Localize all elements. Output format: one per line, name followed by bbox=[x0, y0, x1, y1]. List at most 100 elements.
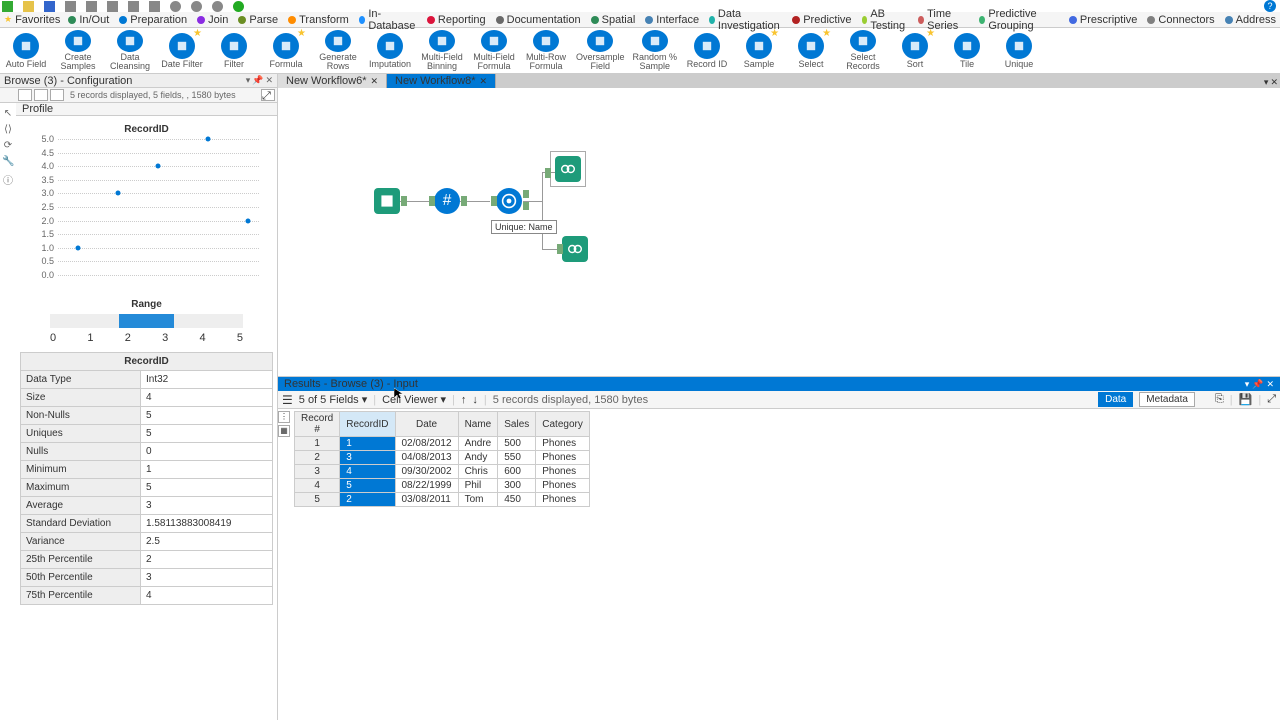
input-anchor[interactable] bbox=[557, 244, 563, 254]
workflow-tab[interactable]: New Workflow6*✕ bbox=[278, 74, 387, 88]
workflow-canvas[interactable]: # Unique: Name bbox=[278, 88, 1280, 376]
tool-sort[interactable]: Sort★ bbox=[893, 30, 937, 71]
tool-formula[interactable]: Formula★ bbox=[264, 30, 308, 71]
output-anchor[interactable] bbox=[461, 196, 467, 206]
category-in-database[interactable]: In-Database bbox=[359, 8, 417, 32]
tool-imputation[interactable]: Imputation bbox=[368, 30, 412, 71]
metadata-tab-button[interactable]: Metadata bbox=[1139, 392, 1195, 407]
tab-close-icon[interactable]: ✕ bbox=[480, 76, 488, 87]
help-icon[interactable]: ? bbox=[1264, 0, 1276, 12]
dropdown-icon[interactable]: ▾ bbox=[362, 393, 368, 406]
popout-icon[interactable]: ⤢ bbox=[1267, 393, 1276, 406]
tool-generate-rows[interactable]: GenerateRows bbox=[316, 30, 360, 71]
output-anchor-d[interactable] bbox=[523, 202, 529, 210]
column-header[interactable]: Record # bbox=[295, 412, 340, 437]
dropdown-icon[interactable]: ▾ bbox=[441, 393, 447, 406]
category-predictive-grouping[interactable]: Predictive Grouping bbox=[979, 8, 1058, 32]
tool-data-cleansing[interactable]: DataCleansing bbox=[108, 30, 152, 71]
layout-btn-2[interactable] bbox=[34, 89, 48, 101]
results-data-grid[interactable]: Record #RecordIDDateNameSalesCategory110… bbox=[294, 411, 590, 507]
close-icon[interactable]: ✕ bbox=[265, 75, 273, 86]
save-icon[interactable]: 💾 bbox=[1239, 393, 1253, 406]
tool-create-samples[interactable]: CreateSamples bbox=[56, 30, 100, 71]
tool-select[interactable]: Select★ bbox=[789, 30, 833, 71]
sort-desc-icon[interactable]: ↓ bbox=[472, 394, 478, 406]
pin-icon[interactable]: ▾ bbox=[246, 75, 251, 86]
new-icon[interactable] bbox=[2, 1, 13, 12]
category-spatial[interactable]: Spatial bbox=[591, 8, 636, 32]
category-documentation[interactable]: Documentation bbox=[496, 8, 581, 32]
output-anchor[interactable] bbox=[401, 196, 407, 206]
input-anchor[interactable] bbox=[429, 196, 435, 206]
tool-record-id[interactable]: Record ID bbox=[685, 30, 729, 71]
table-row[interactable]: 2304/08/2013Andy550Phones bbox=[295, 451, 590, 465]
category-parse[interactable]: Parse bbox=[238, 8, 278, 32]
category-ab-testing[interactable]: AB Testing bbox=[862, 8, 909, 32]
column-header[interactable]: Name bbox=[458, 412, 498, 437]
category-preparation[interactable]: Preparation bbox=[119, 8, 187, 32]
field-count[interactable]: 5 of 5 Fields bbox=[299, 394, 359, 406]
tool-multi-field-binning[interactable]: Multi-FieldBinning bbox=[420, 30, 464, 71]
column-header[interactable]: RecordID bbox=[340, 412, 395, 437]
tab-close-icon[interactable]: ✕ bbox=[371, 76, 379, 87]
refresh-icon[interactable]: ⟳ bbox=[2, 140, 14, 152]
tool-select-records[interactable]: SelectRecords bbox=[841, 30, 885, 71]
record-id-node[interactable]: # bbox=[434, 188, 460, 214]
actions-icon[interactable]: ⋮ bbox=[278, 411, 290, 423]
tool-oversample-field[interactable]: OversampleField bbox=[576, 30, 625, 71]
sort-asc-icon[interactable]: ↑ bbox=[461, 394, 467, 406]
column-header[interactable]: Category bbox=[536, 412, 590, 437]
table-row[interactable]: 1102/08/2012Andre500Phones bbox=[295, 437, 590, 451]
tool-sample[interactable]: Sample★ bbox=[737, 30, 781, 71]
tool-multi-row-formula[interactable]: Multi-RowFormula bbox=[524, 30, 568, 71]
open-icon[interactable] bbox=[23, 1, 34, 12]
list-icon[interactable]: ☰ bbox=[282, 393, 293, 407]
category-in-out[interactable]: In/Out bbox=[68, 8, 109, 32]
range-slider[interactable] bbox=[50, 314, 243, 328]
results-close-icon[interactable]: ✕ bbox=[1266, 379, 1274, 389]
category-connectors[interactable]: Connectors bbox=[1147, 8, 1214, 32]
tool-multi-field-formula[interactable]: Multi-FieldFormula bbox=[472, 30, 516, 71]
tool-date-filter[interactable]: Date Filter★ bbox=[160, 30, 204, 71]
workflow-tab[interactable]: New Workflow8*✕ bbox=[387, 74, 496, 88]
tool-unique[interactable]: Unique bbox=[997, 30, 1041, 71]
results-menu-icon[interactable]: ▾ bbox=[1245, 379, 1250, 389]
wrench-icon[interactable]: 🔧 bbox=[2, 156, 14, 168]
unique-node[interactable] bbox=[496, 188, 522, 214]
column-header[interactable]: Sales bbox=[498, 412, 536, 437]
category-reporting[interactable]: Reporting bbox=[427, 8, 486, 32]
column-header[interactable]: Date bbox=[395, 412, 458, 437]
tool-auto-field[interactable]: Auto Field bbox=[4, 30, 48, 71]
table-row[interactable]: 3409/30/2002Chris600Phones bbox=[295, 465, 590, 479]
input-anchor[interactable] bbox=[545, 168, 551, 178]
data-tab-button[interactable]: Data bbox=[1098, 392, 1133, 407]
tabs-close-icon[interactable]: ✕ bbox=[1270, 77, 1278, 88]
pin2-icon[interactable]: 📌 bbox=[252, 75, 263, 86]
code-icon[interactable]: ⟨⟩ bbox=[2, 124, 14, 136]
output-anchor-u[interactable] bbox=[523, 190, 529, 198]
category-interface[interactable]: Interface bbox=[645, 8, 699, 32]
browse-node-selected[interactable] bbox=[550, 151, 586, 187]
save-icon[interactable] bbox=[44, 1, 55, 12]
layout-btn-3[interactable] bbox=[50, 89, 64, 101]
browse-node-2[interactable] bbox=[562, 236, 588, 262]
profile-tab[interactable]: Profile bbox=[16, 103, 277, 116]
table-row[interactable]: 5203/08/2011Tom450Phones bbox=[295, 493, 590, 507]
copy-icon[interactable]: ⎘ bbox=[1215, 393, 1224, 406]
favorites-category[interactable]: ★ Favorites bbox=[4, 14, 60, 26]
input-anchor[interactable] bbox=[491, 196, 497, 206]
tab-menu-icon[interactable]: ▾ bbox=[1264, 77, 1269, 88]
input-data-node[interactable] bbox=[374, 188, 400, 214]
pointer-icon[interactable]: ↖ bbox=[2, 108, 14, 120]
grid-icon[interactable]: ▦ bbox=[278, 425, 290, 437]
cell-viewer-btn[interactable]: Cell Viewer bbox=[382, 394, 437, 406]
results-pin-icon[interactable]: 📌 bbox=[1252, 379, 1263, 389]
category-prescriptive[interactable]: Prescriptive bbox=[1069, 8, 1137, 32]
table-row[interactable]: 4508/22/1999Phil300Phones bbox=[295, 479, 590, 493]
expand-btn[interactable]: ⤢ bbox=[261, 89, 275, 101]
layout-btn-1[interactable] bbox=[18, 89, 32, 101]
tool-random-sample[interactable]: Random %Sample bbox=[633, 30, 678, 71]
tool-filter[interactable]: Filter bbox=[212, 30, 256, 71]
info-icon[interactable]: ⓘ bbox=[2, 172, 14, 184]
tool-tile[interactable]: Tile bbox=[945, 30, 989, 71]
